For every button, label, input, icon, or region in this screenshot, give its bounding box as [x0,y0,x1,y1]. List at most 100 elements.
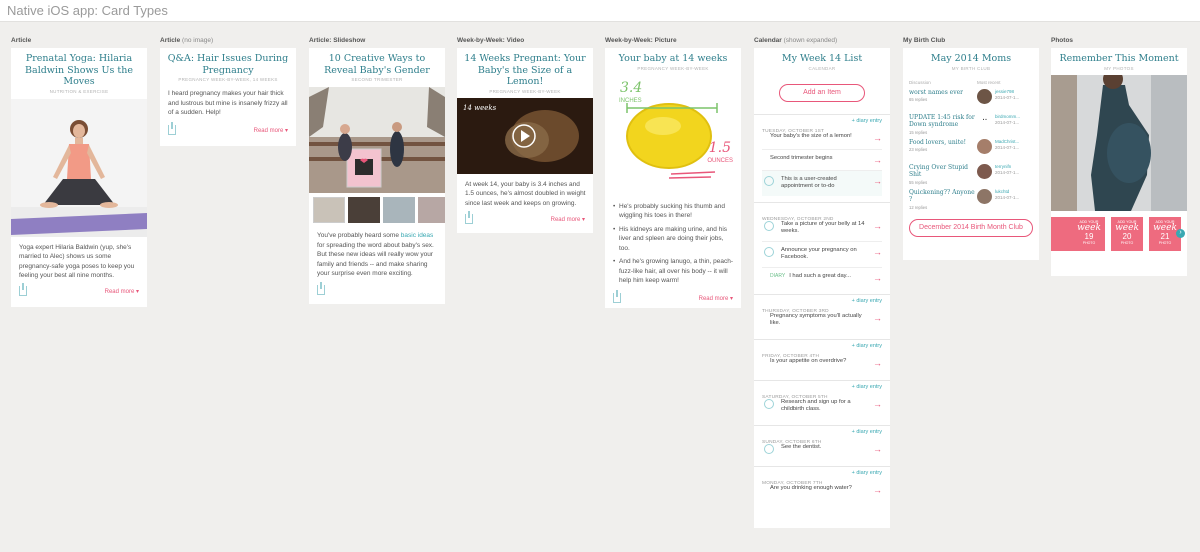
column-label: Article: Slideshow [309,37,366,44]
diary-entry-link[interactable]: + diary entry [852,429,882,435]
belly-photo[interactable] [1051,74,1187,211]
calendar-day: TUESDAY, OCTOBER 1ST + diary entry [754,113,890,134]
calendar-item[interactable]: Take a picture of your belly at 14 weeks… [762,216,882,241]
calendar-item[interactable]: Research and sign up for a childbirth cl… [762,394,882,419]
checkbox-circle[interactable] [764,246,774,257]
column-label: Photos [1051,37,1074,44]
arrow-right-icon: → [873,220,882,231]
basic-ideas-link[interactable]: basic ideas [401,232,434,239]
arrow-right-icon: → [873,132,882,143]
week-photo-tile[interactable]: ADD YOUR week 19 PHOTO [1073,216,1105,251]
diary-tag: DIARY [770,272,786,279]
inches-value: 3.4 [620,79,643,96]
card-category: MY PHOTOS [1104,65,1134,71]
diary-entry-link[interactable]: + diary entry [852,470,882,476]
video-card[interactable]: 14 Weeks Pregnant: Your Baby's the Size … [457,48,593,233]
diary-entry-link[interactable]: + diary entry [852,384,882,390]
share-icon[interactable] [19,282,27,296]
thumbnail[interactable] [313,197,345,223]
share-icon[interactable] [168,121,176,135]
list-item: He's probably sucking his thumb and wigg… [613,202,734,221]
video-overlay-label: 14 weeks [463,103,497,112]
share-icon[interactable] [317,281,325,295]
card-title[interactable]: Your baby at 14 weeks [605,48,741,65]
card-body: Yoga expert Hilaria Baldwin (yup, she's … [19,243,135,280]
calendar-item[interactable]: Pregnancy symptoms you'll actually like.… [762,308,882,333]
calendar-day: SATURDAY, OCTOBER 5TH + diary entry [754,379,890,400]
calendar-item[interactable]: Second trimester begins → [762,148,882,170]
footprint-avatar: ᐧᐧ [977,113,992,129]
photos-card[interactable]: Remember This Moment MY PHOTOS ‹ ADD YOU… [1051,48,1187,276]
share-icon[interactable] [613,289,621,303]
thread-row[interactable]: UPDATE 1:45 risk for Down syndrome 15 rep… [903,112,1039,137]
calendar-card[interactable]: My Week 14 List CALENDAR Add an Item TUE… [754,48,890,528]
ounces-label: OUNCES [707,157,733,164]
card-title[interactable]: Remember This Moment [1051,48,1187,65]
diary-item[interactable]: DIARY I had such a great day... → [762,266,882,288]
diary-entry-link[interactable]: + diary entry [852,298,882,304]
birth-month-club-button[interactable]: December 2014 Birth Month Club [909,218,1033,237]
add-item-button[interactable]: Add an Item [779,83,865,102]
read-more-link[interactable]: Read more ▾ [699,295,733,302]
thumbnail[interactable] [348,197,380,223]
club-header: Discussion Most recent [909,79,1001,85]
calendar-item[interactable]: Your baby's the size of a lemon! → [762,128,882,149]
checkbox-circle[interactable] [764,175,774,186]
checkbox-circle[interactable] [764,220,774,231]
card-category: NUTRITION & EXERCISE [49,88,109,94]
video-player[interactable]: 14 weeks [457,97,593,174]
calendar-item[interactable]: See the dentist. → [762,439,882,460]
calendar-item[interactable]: Announce your pregnancy on Facebook. → [762,240,882,267]
slideshow-main-photo[interactable] [309,87,445,193]
card-category: PREGNANCY WEEK-BY-WEEK, 14 WEEKS [178,77,278,82]
article-card[interactable]: Prenatal Yoga: Hilaria Baldwin Shows Us … [11,48,147,307]
column-qa: Article (no image) Q&A: Hair Issues Duri… [160,36,296,146]
avatar [977,138,992,154]
thumbnail[interactable] [383,197,415,223]
club-card[interactable]: May 2014 Moms MY BIRTH CLUB Discussion Mo… [903,48,1039,260]
avatar [977,88,992,104]
thread-row[interactable]: Crying Over Stupid Shit 55 replies terryni… [903,162,1039,187]
arrow-right-icon: → [873,175,882,186]
diary-entry-link[interactable]: + diary entry [852,118,882,124]
read-more-link[interactable]: Read more ▾ [105,288,139,295]
card-title[interactable]: 10 Creative Ways to Reveal Baby's Gender [309,48,445,76]
checkbox-circle[interactable] [764,443,774,454]
share-icon[interactable] [465,211,473,224]
photo-strip: ‹ ADD YOURweek19PHOTO ADD YOURweek20PHOT… [1051,216,1187,253]
qa-card[interactable]: Q&A: Hair Issues During Pregnancy PREGNA… [160,48,296,146]
column-picture: Week-by-Week: Picture Your baby at 14 we… [605,36,741,308]
picture-card[interactable]: Your baby at 14 weeks PREGNANCY WEEK-BY-… [605,48,741,308]
read-more-link[interactable]: Read more ▾ [551,216,585,223]
arrow-right-icon: → [873,484,882,495]
read-more-link[interactable]: Read more ▾ [254,127,288,134]
calendar-item[interactable]: Are you drinking enough water? → [762,480,882,501]
card-title[interactable]: 14 Weeks Pregnant: Your Baby's the Size … [457,48,593,88]
slideshow-thumbnails [309,193,445,225]
calendar-item[interactable]: Is your appetite on overdrive? → [762,353,882,374]
thumbnail[interactable] [418,197,445,223]
diary-entry-link[interactable]: + diary entry [852,343,882,349]
card-title[interactable]: May 2014 Moms [903,48,1039,65]
avatar [977,163,992,179]
calendar-item-user[interactable]: This is a user-created appointment or to… [762,169,882,196]
thread-row[interactable]: worst names ever 65 replies jessie798 2014-… [903,87,1039,112]
thread-row[interactable]: Food lovers, unite! 23 replies MadChrist..… [903,137,1039,162]
arrow-right-icon: → [873,398,882,409]
calendar-day: WEDNESDAY, OCTOBER 2ND [754,201,890,222]
thread-row[interactable]: Quickening?? Anyone ? 12 replies lukchtd 20… [903,187,1039,212]
column-label: Article [11,37,32,44]
chevron-down-icon: ▾ [729,295,733,302]
column-label: Article (no image) [160,37,214,44]
chevron-right-icon[interactable]: › [1176,228,1185,238]
yoga-photo[interactable] [11,98,147,237]
card-title[interactable]: Q&A: Hair Issues During Pregnancy [160,48,296,76]
column-video: Week-by-Week: Video 14 Weeks Pregnant: Y… [457,36,593,233]
checkbox-circle[interactable] [764,398,774,409]
lemon-illustration[interactable]: 3.4 INCHES 1.5 OUNCES [605,78,741,190]
card-title[interactable]: My Week 14 List [754,48,890,65]
slideshow-card[interactable]: 10 Creative Ways to Reveal Baby's Gender… [309,48,445,304]
week-photo-tile[interactable]: ADD YOUR week 20 PHOTO [1111,216,1143,251]
week-photo-tile-partial[interactable] [1051,216,1073,251]
card-title[interactable]: Prenatal Yoga: Hilaria Baldwin Shows Us … [11,48,147,88]
